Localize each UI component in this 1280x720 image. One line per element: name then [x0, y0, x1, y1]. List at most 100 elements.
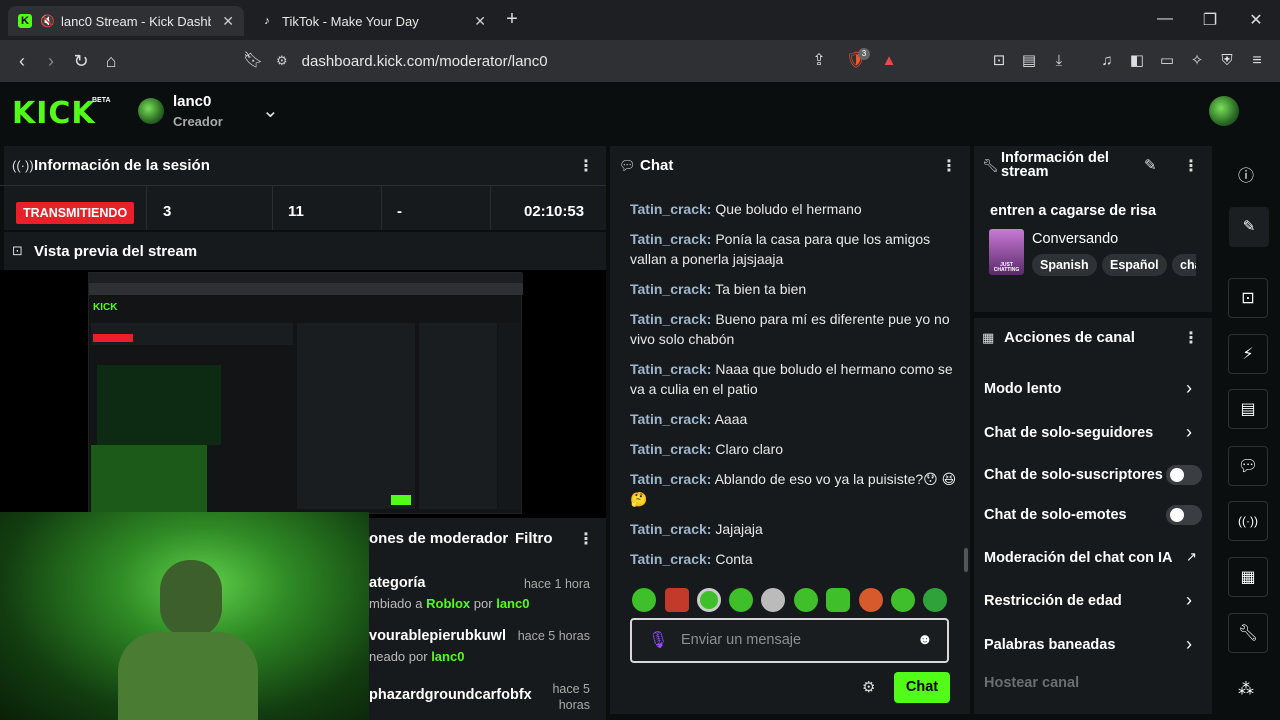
rewards-icon[interactable]: ▲ [878, 50, 900, 72]
back-icon[interactable]: ‹ [11, 50, 33, 72]
action-slow-mode[interactable]: Modo lento [984, 381, 1061, 397]
muted-speaker-icon[interactable]: 🔇 [40, 14, 55, 28]
action-banned-words[interactable]: Palabras baneadas [984, 637, 1115, 653]
more-widgets-icon[interactable]: ⁂ [1238, 679, 1254, 699]
chat-username[interactable]: Tatin_crack: [630, 361, 711, 377]
menu-icon[interactable]: ≡ [1246, 50, 1268, 72]
channel-actions-widget-icon[interactable]: ▦ [1228, 557, 1268, 597]
action-ai-moderation[interactable]: Moderación del chat con IA [984, 550, 1173, 566]
wallet-icon[interactable]: ▭ [1156, 50, 1178, 72]
chat-settings-gear-icon[interactable]: ⚙ [862, 678, 875, 696]
emote-icon[interactable] [697, 588, 721, 612]
divider [490, 186, 491, 230]
stream-tag[interactable]: cha [1172, 254, 1196, 276]
chat-username[interactable]: Tatin_crack: [630, 471, 711, 487]
share-icon[interactable]: ⇪ [808, 50, 830, 72]
channel-actions-icon: ▦ [982, 330, 995, 345]
vpn-icon[interactable]: ⛨ [1216, 50, 1238, 72]
home-icon[interactable]: ⌂ [100, 50, 122, 72]
category-thumbnail[interactable]: JUST CHATTING [989, 229, 1024, 275]
restore-icon[interactable]: ❐ [1200, 10, 1220, 30]
tab-tiktok[interactable]: ♪ TikTok - Make Your Day ✕ [250, 6, 496, 36]
emote-icon[interactable] [665, 588, 689, 612]
action-followers-only[interactable]: Chat de solo-seguidores [984, 425, 1153, 441]
emotes-only-toggle[interactable] [1166, 505, 1202, 525]
chat-username[interactable]: Tatin_crack: [630, 281, 711, 297]
divider [381, 186, 382, 230]
bookmark-icon[interactable]: 🔖︎ [242, 50, 264, 72]
emote-icon[interactable] [761, 588, 785, 612]
category-link[interactable]: Roblox [426, 596, 470, 611]
close-tab-icon[interactable]: ✕ [222, 13, 234, 30]
chat-username[interactable]: Tatin_crack: [630, 231, 711, 247]
emoji-picker-icon[interactable]: ☻ [917, 631, 933, 648]
action-host-channel[interactable]: Hostear canal [984, 675, 1079, 691]
edit-pencil-icon[interactable]: ✎ [1144, 156, 1157, 174]
minimize-icon[interactable]: — [1155, 10, 1175, 28]
download-icon[interactable]: ⤓ [1048, 50, 1070, 72]
emote-icon[interactable] [923, 588, 947, 612]
stream-tag[interactable]: Spanish [1032, 254, 1097, 276]
chevron-right-icon[interactable]: › [1186, 634, 1192, 655]
stream-preview-widget-icon[interactable]: ⊡ [1228, 278, 1268, 318]
tiktok-favicon-icon: ♪ [264, 15, 270, 27]
chevron-right-icon[interactable]: › [1186, 422, 1192, 443]
mod-actions-menu-icon[interactable]: ⋮ [578, 529, 594, 549]
broadcast-icon: ((·)) [12, 158, 34, 173]
channel-actions-menu-icon[interactable]: ⋮ [1183, 328, 1199, 348]
reload-icon[interactable]: ↻ [70, 50, 92, 72]
edit-layout-icon[interactable]: ✎ [1229, 207, 1269, 247]
reader-icon[interactable]: ▤ [1018, 50, 1040, 72]
user-link[interactable]: lanc0 [431, 649, 464, 664]
chat-scrollbar[interactable] [964, 548, 968, 572]
notes-icon[interactable]: ▤ [1228, 389, 1268, 429]
sidebar-icon[interactable]: ◧ [1126, 50, 1148, 72]
chevron-right-icon[interactable]: › [1186, 378, 1192, 399]
chat-username[interactable]: Tatin_crack: [630, 201, 711, 217]
chat-username[interactable]: Tatin_crack: [630, 551, 711, 567]
chat-username[interactable]: Tatin_crack: [630, 311, 711, 327]
kick-logo[interactable]: KICK [12, 96, 96, 131]
channel-switch-chevron-icon[interactable]: ⌄ [262, 98, 279, 123]
stream-info-menu-icon[interactable]: ⋮ [1183, 156, 1199, 176]
forward-icon[interactable]: › [40, 50, 62, 72]
emote-icon[interactable] [859, 588, 883, 612]
emote-icon[interactable] [891, 588, 915, 612]
quick-actions-icon[interactable]: ⚡︎ [1228, 334, 1268, 374]
stream-preview-video[interactable]: KICK [88, 272, 523, 514]
info-icon[interactable]: ⓘ [1238, 162, 1254, 186]
tab-kick-dashboard[interactable]: K 🔇 lanc0 Stream - Kick Dashboard ✕ [8, 6, 244, 36]
session-widget-icon[interactable]: ((·)) [1228, 501, 1268, 541]
external-link-icon[interactable]: ↗ [1186, 549, 1197, 565]
media-icon[interactable]: ♫ [1096, 50, 1118, 72]
site-info-icon[interactable]: ⚙ [276, 53, 288, 69]
mod-actions-filter-button[interactable]: Filtro [515, 530, 553, 547]
category-name[interactable]: Conversando [1032, 231, 1118, 247]
action-age-restriction[interactable]: Restricción de edad [984, 593, 1122, 609]
chevron-right-icon[interactable]: › [1186, 590, 1192, 611]
chat-username[interactable]: Tatin_crack: [630, 441, 711, 457]
subscribers-only-toggle[interactable] [1166, 465, 1202, 485]
chat-username[interactable]: Tatin_crack: [630, 411, 711, 427]
user-avatar[interactable] [1209, 96, 1239, 126]
session-menu-icon[interactable]: ⋮ [578, 156, 594, 176]
stream-tag[interactable]: Español [1102, 254, 1167, 276]
user-link[interactable]: lanc0 [496, 596, 529, 611]
emote-icon[interactable] [729, 588, 753, 612]
session-info-title: Información de la sesión [34, 157, 210, 174]
chat-username[interactable]: Tatin_crack: [630, 521, 711, 537]
emote-icon[interactable] [794, 588, 818, 612]
new-tab-icon[interactable]: + [502, 8, 522, 31]
stream-info-widget-icon[interactable]: 🔧︎ [1228, 613, 1268, 653]
close-tab-icon[interactable]: ✕ [474, 13, 486, 30]
emote-icon[interactable] [632, 588, 656, 612]
send-chat-button[interactable]: Chat [894, 672, 950, 703]
chat-widget-icon[interactable]: 💬︎ [1228, 446, 1268, 486]
screenshot-icon[interactable]: ⊡ [988, 50, 1010, 72]
close-window-icon[interactable]: ✕ [1246, 10, 1266, 30]
leo-ai-icon[interactable]: ✧ [1186, 50, 1208, 72]
address-bar[interactable]: ⚙ dashboard.kick.com/moderator/lanc0 [276, 47, 836, 75]
microphone-icon[interactable]: 🎙︎ [648, 630, 668, 650]
emote-icon[interactable] [826, 588, 850, 612]
chat-menu-icon[interactable]: ⋮ [941, 156, 957, 176]
